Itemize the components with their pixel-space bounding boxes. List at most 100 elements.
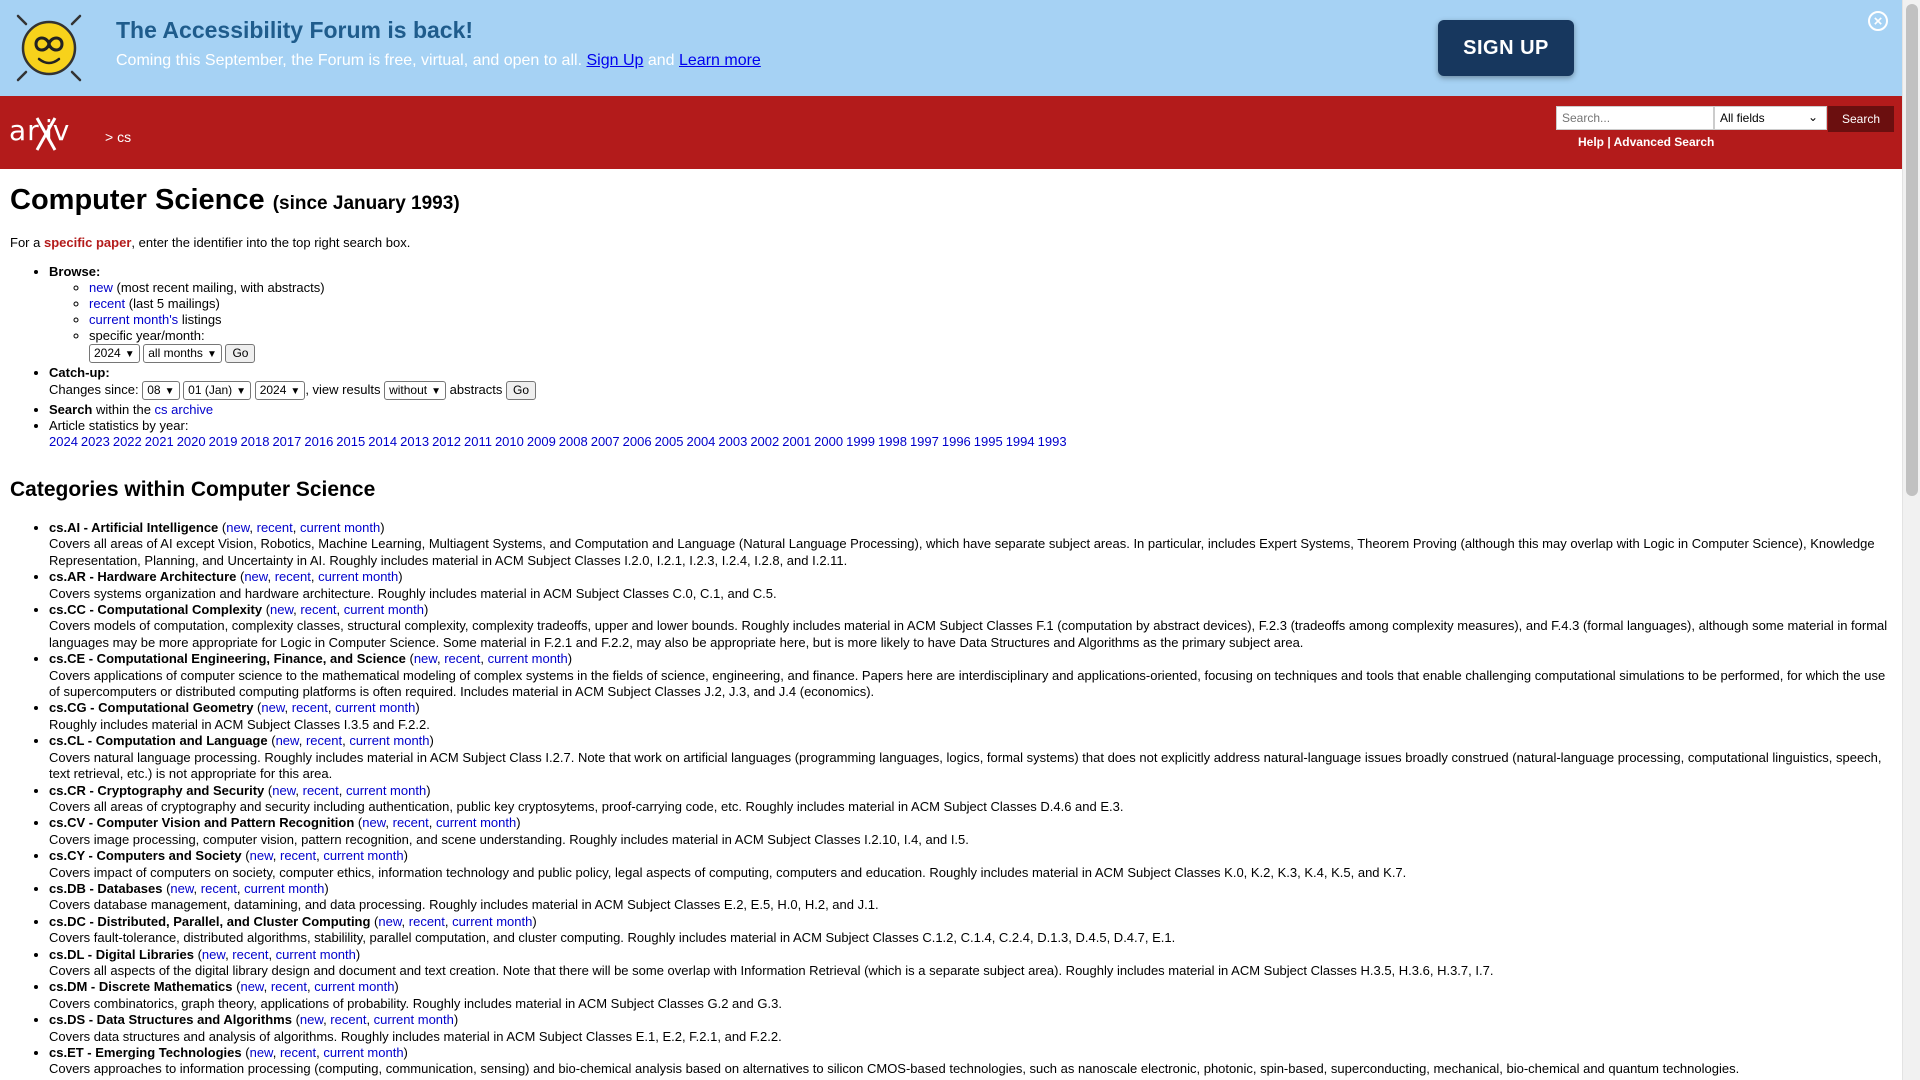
browse-recent-link[interactable]: recent: [89, 296, 125, 311]
category-current-month-link[interactable]: current month: [300, 520, 380, 535]
close-banner-icon[interactable]: ×: [1868, 11, 1888, 31]
scrollbar[interactable]: [1902, 0, 1920, 1080]
category-new-link[interactable]: new: [300, 1012, 323, 1027]
category-new-link[interactable]: new: [378, 914, 401, 929]
category-recent-link[interactable]: recent: [201, 881, 237, 896]
category-recent-link[interactable]: recent: [300, 602, 336, 617]
category-recent-link[interactable]: recent: [257, 520, 293, 535]
category-new-link[interactable]: new: [272, 783, 295, 798]
stats-year-link[interactable]: 2007: [591, 434, 620, 449]
year-select[interactable]: 2024 ▼: [89, 344, 140, 363]
browse-current-link[interactable]: current month's: [89, 312, 178, 327]
stats-year-link[interactable]: 2014: [368, 434, 397, 449]
category-new-link[interactable]: new: [250, 848, 273, 863]
category-new-link[interactable]: new: [261, 700, 284, 715]
category-current-month-link[interactable]: current month: [314, 979, 394, 994]
search-button[interactable]: Search: [1828, 106, 1894, 132]
stats-year-link[interactable]: 2001: [782, 434, 811, 449]
stats-year-link[interactable]: 2012: [432, 434, 461, 449]
category-current-month-link[interactable]: current month: [323, 848, 403, 863]
catchup-month-select[interactable]: 01 (Jan) ▼: [183, 381, 252, 400]
banner-signup-link[interactable]: Sign Up: [586, 52, 643, 69]
category-recent-link[interactable]: recent: [271, 979, 307, 994]
category-recent-link[interactable]: recent: [275, 569, 311, 584]
stats-year-link[interactable]: 1997: [910, 434, 939, 449]
browse-go-button[interactable]: Go: [225, 344, 256, 363]
signup-button[interactable]: SIGN UP: [1438, 20, 1574, 76]
category-recent-link[interactable]: recent: [409, 914, 445, 929]
banner-learn-more-link[interactable]: Learn more: [679, 52, 761, 69]
category-recent-link[interactable]: recent: [330, 1012, 366, 1027]
category-recent-link[interactable]: recent: [280, 848, 316, 863]
catchup-go-button[interactable]: Go: [506, 381, 537, 400]
category-recent-link[interactable]: recent: [232, 947, 268, 962]
category-current-month-link[interactable]: current month: [452, 914, 532, 929]
browse-new-link[interactable]: new: [89, 280, 113, 295]
stats-year-link[interactable]: 1995: [974, 434, 1003, 449]
cs-archive-link[interactable]: cs archive: [155, 402, 214, 417]
stats-year-link[interactable]: 2005: [655, 434, 684, 449]
abstracts-select[interactable]: without ▼: [384, 381, 447, 400]
stats-year-link[interactable]: 2011: [464, 434, 492, 449]
stats-year-link[interactable]: 2002: [750, 434, 779, 449]
category-recent-link[interactable]: recent: [303, 783, 339, 798]
stats-year-link[interactable]: 2008: [559, 434, 588, 449]
stats-year-link[interactable]: 2022: [113, 434, 142, 449]
category-current-month-link[interactable]: current month: [436, 815, 516, 830]
category-current-month-link[interactable]: current month: [323, 1045, 403, 1060]
category-current-month-link[interactable]: current month: [488, 651, 568, 666]
category-new-link[interactable]: new: [270, 602, 293, 617]
category-new-link[interactable]: new: [240, 979, 263, 994]
stats-year-link[interactable]: 1993: [1038, 434, 1067, 449]
category-new-link[interactable]: new: [250, 1045, 273, 1060]
stats-year-link[interactable]: 2021: [145, 434, 174, 449]
stats-year-link[interactable]: 2003: [718, 434, 747, 449]
search-input[interactable]: Search...: [1556, 106, 1714, 130]
category-current-month-link[interactable]: current month: [346, 783, 426, 798]
category-recent-link[interactable]: recent: [292, 700, 328, 715]
category-recent-link[interactable]: recent: [306, 733, 342, 748]
category-current-month-link[interactable]: current month: [349, 733, 429, 748]
category-current-month-link[interactable]: current month: [318, 569, 398, 584]
category-current-month-link[interactable]: current month: [374, 1012, 454, 1027]
stats-year-link[interactable]: 2023: [81, 434, 110, 449]
search-field-select[interactable]: All fields ⌄: [1714, 106, 1827, 130]
stats-year-link[interactable]: 2017: [272, 434, 301, 449]
stats-year-link[interactable]: 2000: [814, 434, 843, 449]
category-current-month-link[interactable]: current month: [244, 881, 324, 896]
stats-year-link[interactable]: 1999: [846, 434, 875, 449]
category-recent-link[interactable]: recent: [393, 815, 429, 830]
help-link[interactable]: Help: [1578, 135, 1604, 149]
catchup-day-select[interactable]: 08 ▼: [142, 381, 180, 400]
stats-year-link[interactable]: 2024: [49, 434, 78, 449]
breadcrumb[interactable]: > cs: [105, 129, 131, 145]
category-new-link[interactable]: new: [276, 733, 299, 748]
scrollbar-thumb[interactable]: [1906, 4, 1918, 496]
category-recent-link[interactable]: recent: [280, 1045, 316, 1060]
category-new-link[interactable]: new: [202, 947, 225, 962]
stats-year-link[interactable]: 1996: [942, 434, 971, 449]
category-current-month-link[interactable]: current month: [276, 947, 356, 962]
category-new-link[interactable]: new: [362, 815, 385, 830]
arxiv-logo[interactable]: ar iv: [9, 114, 103, 152]
category-new-link[interactable]: new: [226, 520, 249, 535]
stats-year-link[interactable]: 2015: [336, 434, 365, 449]
category-current-month-link[interactable]: current month: [335, 700, 415, 715]
stats-year-link[interactable]: 2019: [209, 434, 238, 449]
stats-year-link[interactable]: 2004: [686, 434, 715, 449]
month-select[interactable]: all months ▼: [143, 344, 222, 363]
stats-year-link[interactable]: 2020: [177, 434, 206, 449]
category-recent-link[interactable]: recent: [444, 651, 480, 666]
advanced-search-link[interactable]: Advanced Search: [1614, 135, 1715, 149]
catchup-year-select[interactable]: 2024 ▼: [254, 381, 306, 400]
category-new-link[interactable]: new: [414, 651, 437, 666]
stats-year-link[interactable]: 1998: [878, 434, 907, 449]
stats-year-link[interactable]: 2013: [400, 434, 429, 449]
stats-year-link[interactable]: 2006: [623, 434, 652, 449]
stats-year-link[interactable]: 2018: [241, 434, 270, 449]
stats-year-link[interactable]: 2010: [495, 434, 524, 449]
category-current-month-link[interactable]: current month: [344, 602, 424, 617]
stats-year-link[interactable]: 2009: [527, 434, 556, 449]
category-new-link[interactable]: new: [244, 569, 267, 584]
category-new-link[interactable]: new: [170, 881, 193, 896]
